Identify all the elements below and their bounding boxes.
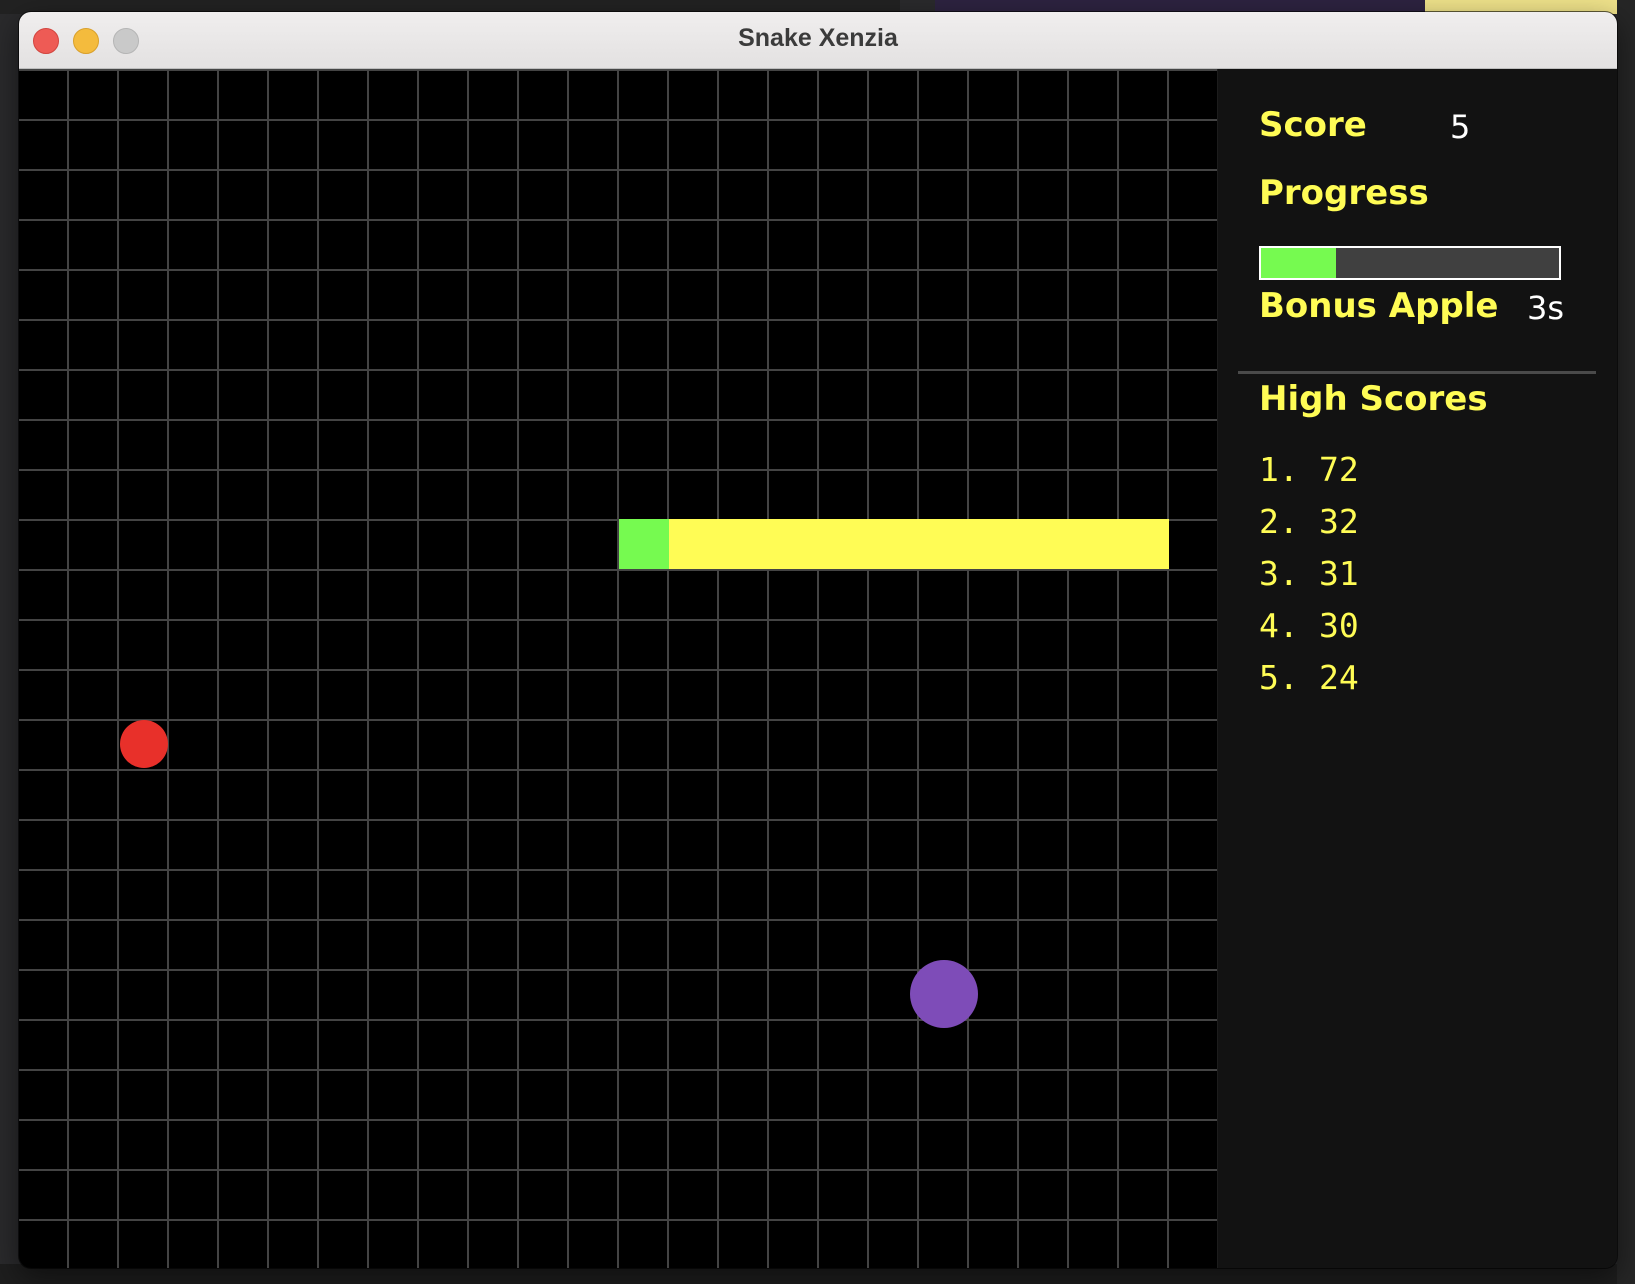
snake-body-segment (769, 519, 819, 569)
high-score-value: 32 (1319, 502, 1359, 541)
game-board[interactable] (19, 69, 1217, 1268)
snake-body-segment (1069, 519, 1119, 569)
score-label: Score (1259, 105, 1367, 145)
snake-body-segment (1019, 519, 1069, 569)
snake-body-segment (869, 519, 919, 569)
high-score-item: 5. 24 (1259, 652, 1359, 704)
bonus-apple-label: Bonus Apple (1259, 286, 1499, 326)
panel-divider (1238, 371, 1596, 374)
snake-body-segment (719, 519, 769, 569)
high-score-value: 31 (1319, 554, 1359, 593)
high-score-item: 1. 72 (1259, 444, 1359, 496)
desktop-background (1617, 0, 1635, 1284)
high-score-rank: 3. (1259, 554, 1299, 593)
bonus-apple-timer: 3s (1527, 289, 1565, 327)
high-score-value: 72 (1319, 450, 1359, 489)
high-scores-title: High Scores (1259, 379, 1488, 419)
window-title: Snake Xenzia (738, 24, 898, 52)
progress-bar-fill (1261, 248, 1336, 278)
snake-body-segment (919, 519, 969, 569)
snake-head (619, 519, 669, 569)
high-scores-list: 1. 72 2. 32 3. 31 4. 30 5. 24 (1259, 444, 1359, 704)
high-score-rank: 4. (1259, 606, 1299, 645)
high-score-item: 2. 32 (1259, 496, 1359, 548)
apple (120, 720, 168, 768)
high-score-value: 30 (1319, 606, 1359, 645)
high-score-rank: 2. (1259, 502, 1299, 541)
high-score-value: 24 (1319, 658, 1359, 697)
high-score-item: 4. 30 (1259, 600, 1359, 652)
snake-body-segment (819, 519, 869, 569)
bonus-apple (910, 960, 978, 1028)
side-panel: Score 5 Progress Bonus Apple 3s High Sco… (1217, 69, 1617, 1268)
score-value: 5 (1450, 108, 1471, 146)
progress-label: Progress (1259, 173, 1429, 213)
high-score-item: 3. 31 (1259, 548, 1359, 600)
high-score-rank: 5. (1259, 658, 1299, 697)
snake-body-segment (969, 519, 1019, 569)
game-window: Snake Xenzia Score 5 Progress Bonus Appl… (19, 12, 1617, 1268)
snake-body-segment (1119, 519, 1169, 569)
snake-body-segment (669, 519, 719, 569)
progress-bar (1259, 246, 1561, 280)
high-score-rank: 1. (1259, 450, 1299, 489)
title-bar[interactable]: Snake Xenzia (19, 12, 1617, 69)
